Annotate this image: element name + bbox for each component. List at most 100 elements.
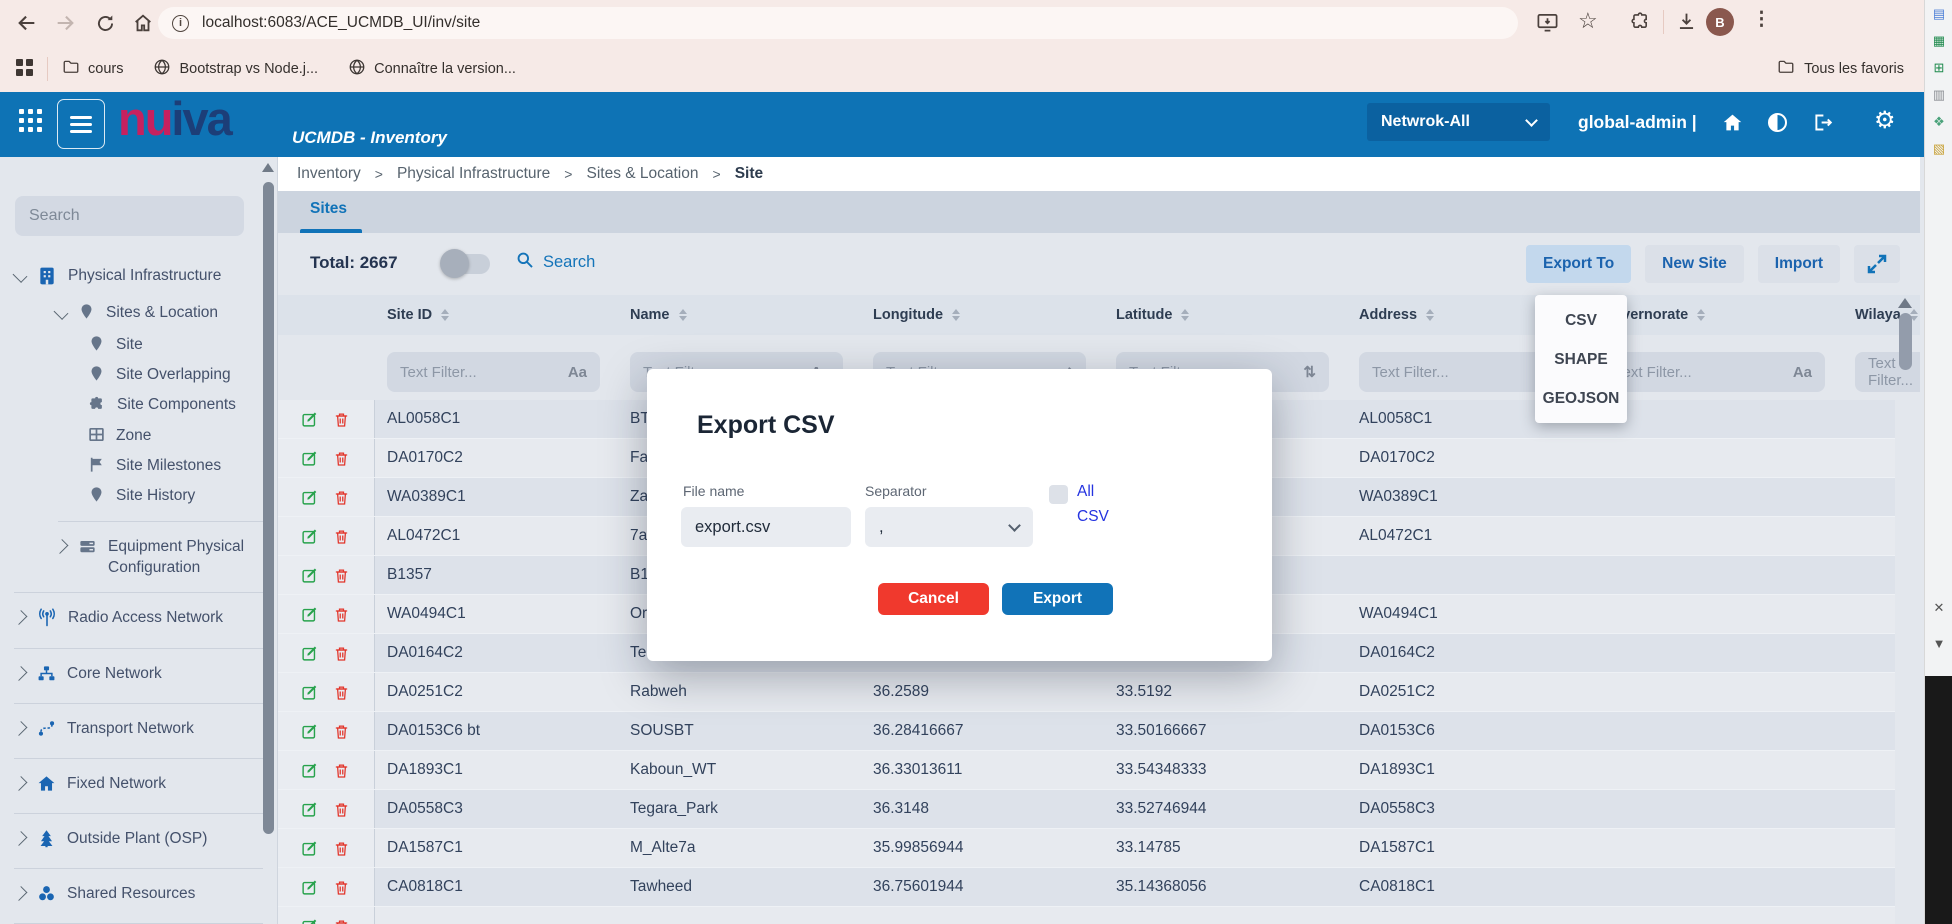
export-menu-item-shape[interactable]: SHAPE xyxy=(1535,340,1627,379)
home-icon[interactable] xyxy=(1722,112,1743,138)
panel-icon[interactable]: ▦ xyxy=(1925,33,1952,49)
toggle-knob[interactable] xyxy=(440,249,469,278)
edit-icon[interactable] xyxy=(301,684,318,701)
bookmark-item[interactable]: Connaître la version... xyxy=(348,58,516,81)
column-header-governorate[interactable]: Governorate xyxy=(1590,307,1843,323)
edit-icon[interactable] xyxy=(301,567,318,584)
sidebar-item-site-history[interactable]: Site History xyxy=(0,482,277,512)
sidebar-item-core-network[interactable]: Core Network xyxy=(0,658,277,694)
table-row[interactable]: DA0251C2Rabweh36.258933.5192DA0251C2 xyxy=(278,673,1895,712)
contrast-icon[interactable] xyxy=(1768,113,1787,132)
panel-icon[interactable]: ▥ xyxy=(1925,87,1952,103)
sort-icon[interactable] xyxy=(441,309,449,321)
sidebar-item-zone[interactable]: Zone xyxy=(0,422,277,452)
delete-icon[interactable] xyxy=(333,723,350,740)
edit-icon[interactable] xyxy=(301,879,318,896)
filter-input-site-id[interactable]: Text Filter...Aa xyxy=(387,352,600,392)
delete-icon[interactable] xyxy=(333,606,350,623)
fullscreen-icon[interactable] xyxy=(1854,245,1900,283)
filter-input-governorate[interactable]: Text Filter...Aa xyxy=(1602,352,1825,392)
extensions-icon[interactable] xyxy=(1630,11,1651,37)
chevron-right-icon[interactable] xyxy=(13,610,28,625)
sidebar-item-radio-access-network[interactable]: Radio Access Network xyxy=(0,602,277,639)
edit-icon[interactable] xyxy=(301,801,318,818)
sort-icon[interactable] xyxy=(1181,309,1189,321)
map-toggle[interactable] xyxy=(444,254,490,274)
table-row[interactable]: DA0153C6 btSOUSBT36.2841666733.50166667D… xyxy=(278,712,1895,751)
table-row[interactable]: CA0818C1Tawheed36.7560194435.14368056CA0… xyxy=(278,868,1895,907)
sidebar-item-site-overlapping[interactable]: Site Overlapping xyxy=(0,361,277,391)
profile-avatar[interactable]: B xyxy=(1706,8,1734,36)
file-name-input[interactable]: export.csv xyxy=(681,507,851,547)
table-row[interactable]: DA0558C3Tegara_Park36.314833.52746944DA0… xyxy=(278,790,1895,829)
edit-icon[interactable] xyxy=(301,762,318,779)
column-header-longitude[interactable]: Longitude xyxy=(861,307,1104,323)
table-row[interactable] xyxy=(278,907,1895,924)
close-icon[interactable]: ✕ xyxy=(1925,600,1952,616)
chevron-right-icon[interactable] xyxy=(13,666,28,681)
column-header-name[interactable]: Name xyxy=(618,307,861,323)
sort-icon[interactable] xyxy=(952,309,960,321)
export-to-button[interactable]: Export To xyxy=(1526,245,1631,283)
delete-icon[interactable] xyxy=(333,762,350,779)
edit-icon[interactable] xyxy=(301,645,318,662)
bookmark-star-icon[interactable]: ☆ xyxy=(1578,8,1598,34)
panel-icon[interactable]: ▤ xyxy=(1925,6,1952,22)
sidebar-search-input[interactable]: Search xyxy=(15,196,244,236)
chevron-right-icon[interactable] xyxy=(13,831,28,846)
sidebar-item-transport-network[interactable]: Transport Network xyxy=(0,713,277,749)
delete-icon[interactable] xyxy=(333,567,350,584)
edit-icon[interactable] xyxy=(301,528,318,545)
sort-icon[interactable] xyxy=(1426,309,1434,321)
panel-icon[interactable]: ❖ xyxy=(1925,114,1952,130)
sort-icon[interactable] xyxy=(679,309,687,321)
downloads-icon[interactable] xyxy=(1676,11,1697,37)
gear-icon[interactable]: ⚙ xyxy=(1874,106,1896,135)
collapse-arrow-icon[interactable]: ▼ xyxy=(1925,636,1952,651)
edit-icon[interactable] xyxy=(301,840,318,857)
home-nav-icon[interactable] xyxy=(130,10,156,36)
edit-icon[interactable] xyxy=(301,411,318,428)
delete-icon[interactable] xyxy=(333,801,350,818)
sidebar-item-site[interactable]: Site xyxy=(0,331,277,361)
site-info-icon[interactable]: i xyxy=(172,15,189,32)
delete-icon[interactable] xyxy=(333,528,350,545)
export-menu-item-geojson[interactable]: GEOJSON xyxy=(1535,379,1627,418)
sidebar-scrollbar[interactable] xyxy=(263,182,274,834)
breadcrumb-item-inventory[interactable]: Inventory xyxy=(297,165,361,183)
panel-icon[interactable]: ⊞ xyxy=(1925,60,1952,76)
network-selector[interactable]: Netwrok-All xyxy=(1367,103,1550,141)
export-button[interactable]: Export xyxy=(1002,583,1113,615)
new-site-button[interactable]: New Site xyxy=(1645,245,1744,283)
import-button[interactable]: Import xyxy=(1758,245,1840,283)
delete-icon[interactable] xyxy=(333,489,350,506)
filter-type-icon[interactable]: Aa xyxy=(1793,364,1812,381)
edit-icon[interactable] xyxy=(301,450,318,467)
delete-icon[interactable] xyxy=(333,684,350,701)
delete-icon[interactable] xyxy=(333,411,350,428)
forward-icon[interactable] xyxy=(52,10,78,36)
column-header-site-id[interactable]: Site ID xyxy=(375,307,618,323)
sidebar-item-site-components[interactable]: Site Components xyxy=(0,391,277,422)
sidebar-item-sites-location[interactable]: Sites & Location xyxy=(0,297,277,331)
delete-icon[interactable] xyxy=(333,879,350,896)
chevron-right-icon[interactable] xyxy=(13,776,28,791)
chevron-down-icon[interactable] xyxy=(54,305,69,320)
browser-menu-icon[interactable]: ⋮ xyxy=(1752,8,1771,31)
table-row[interactable]: DA1893C1Kaboun_WT36.3301361133.54348333D… xyxy=(278,751,1895,790)
edit-icon[interactable] xyxy=(301,918,318,924)
sidebar-item-outside-plant-osp[interactable]: Outside Plant (OSP) xyxy=(0,823,277,859)
filter-type-icon[interactable]: ⇅ xyxy=(1303,363,1316,381)
sidebar-item-equipment-physical-configuration[interactable]: Equipment Physical Configuration xyxy=(0,531,277,583)
all-csv-checkbox[interactable] xyxy=(1049,485,1068,504)
delete-icon[interactable] xyxy=(333,918,350,924)
delete-icon[interactable] xyxy=(333,840,350,857)
delete-icon[interactable] xyxy=(333,645,350,662)
edit-icon[interactable] xyxy=(301,606,318,623)
delete-icon[interactable] xyxy=(333,450,350,467)
sidebar-item-site-milestones[interactable]: Site Milestones xyxy=(0,452,277,482)
filter-type-icon[interactable]: Aa xyxy=(568,364,587,381)
app-grid-icon[interactable] xyxy=(19,109,45,135)
chevron-down-icon[interactable] xyxy=(13,268,28,283)
sidebar-item-shared-resources[interactable]: Shared Resources xyxy=(0,878,277,914)
